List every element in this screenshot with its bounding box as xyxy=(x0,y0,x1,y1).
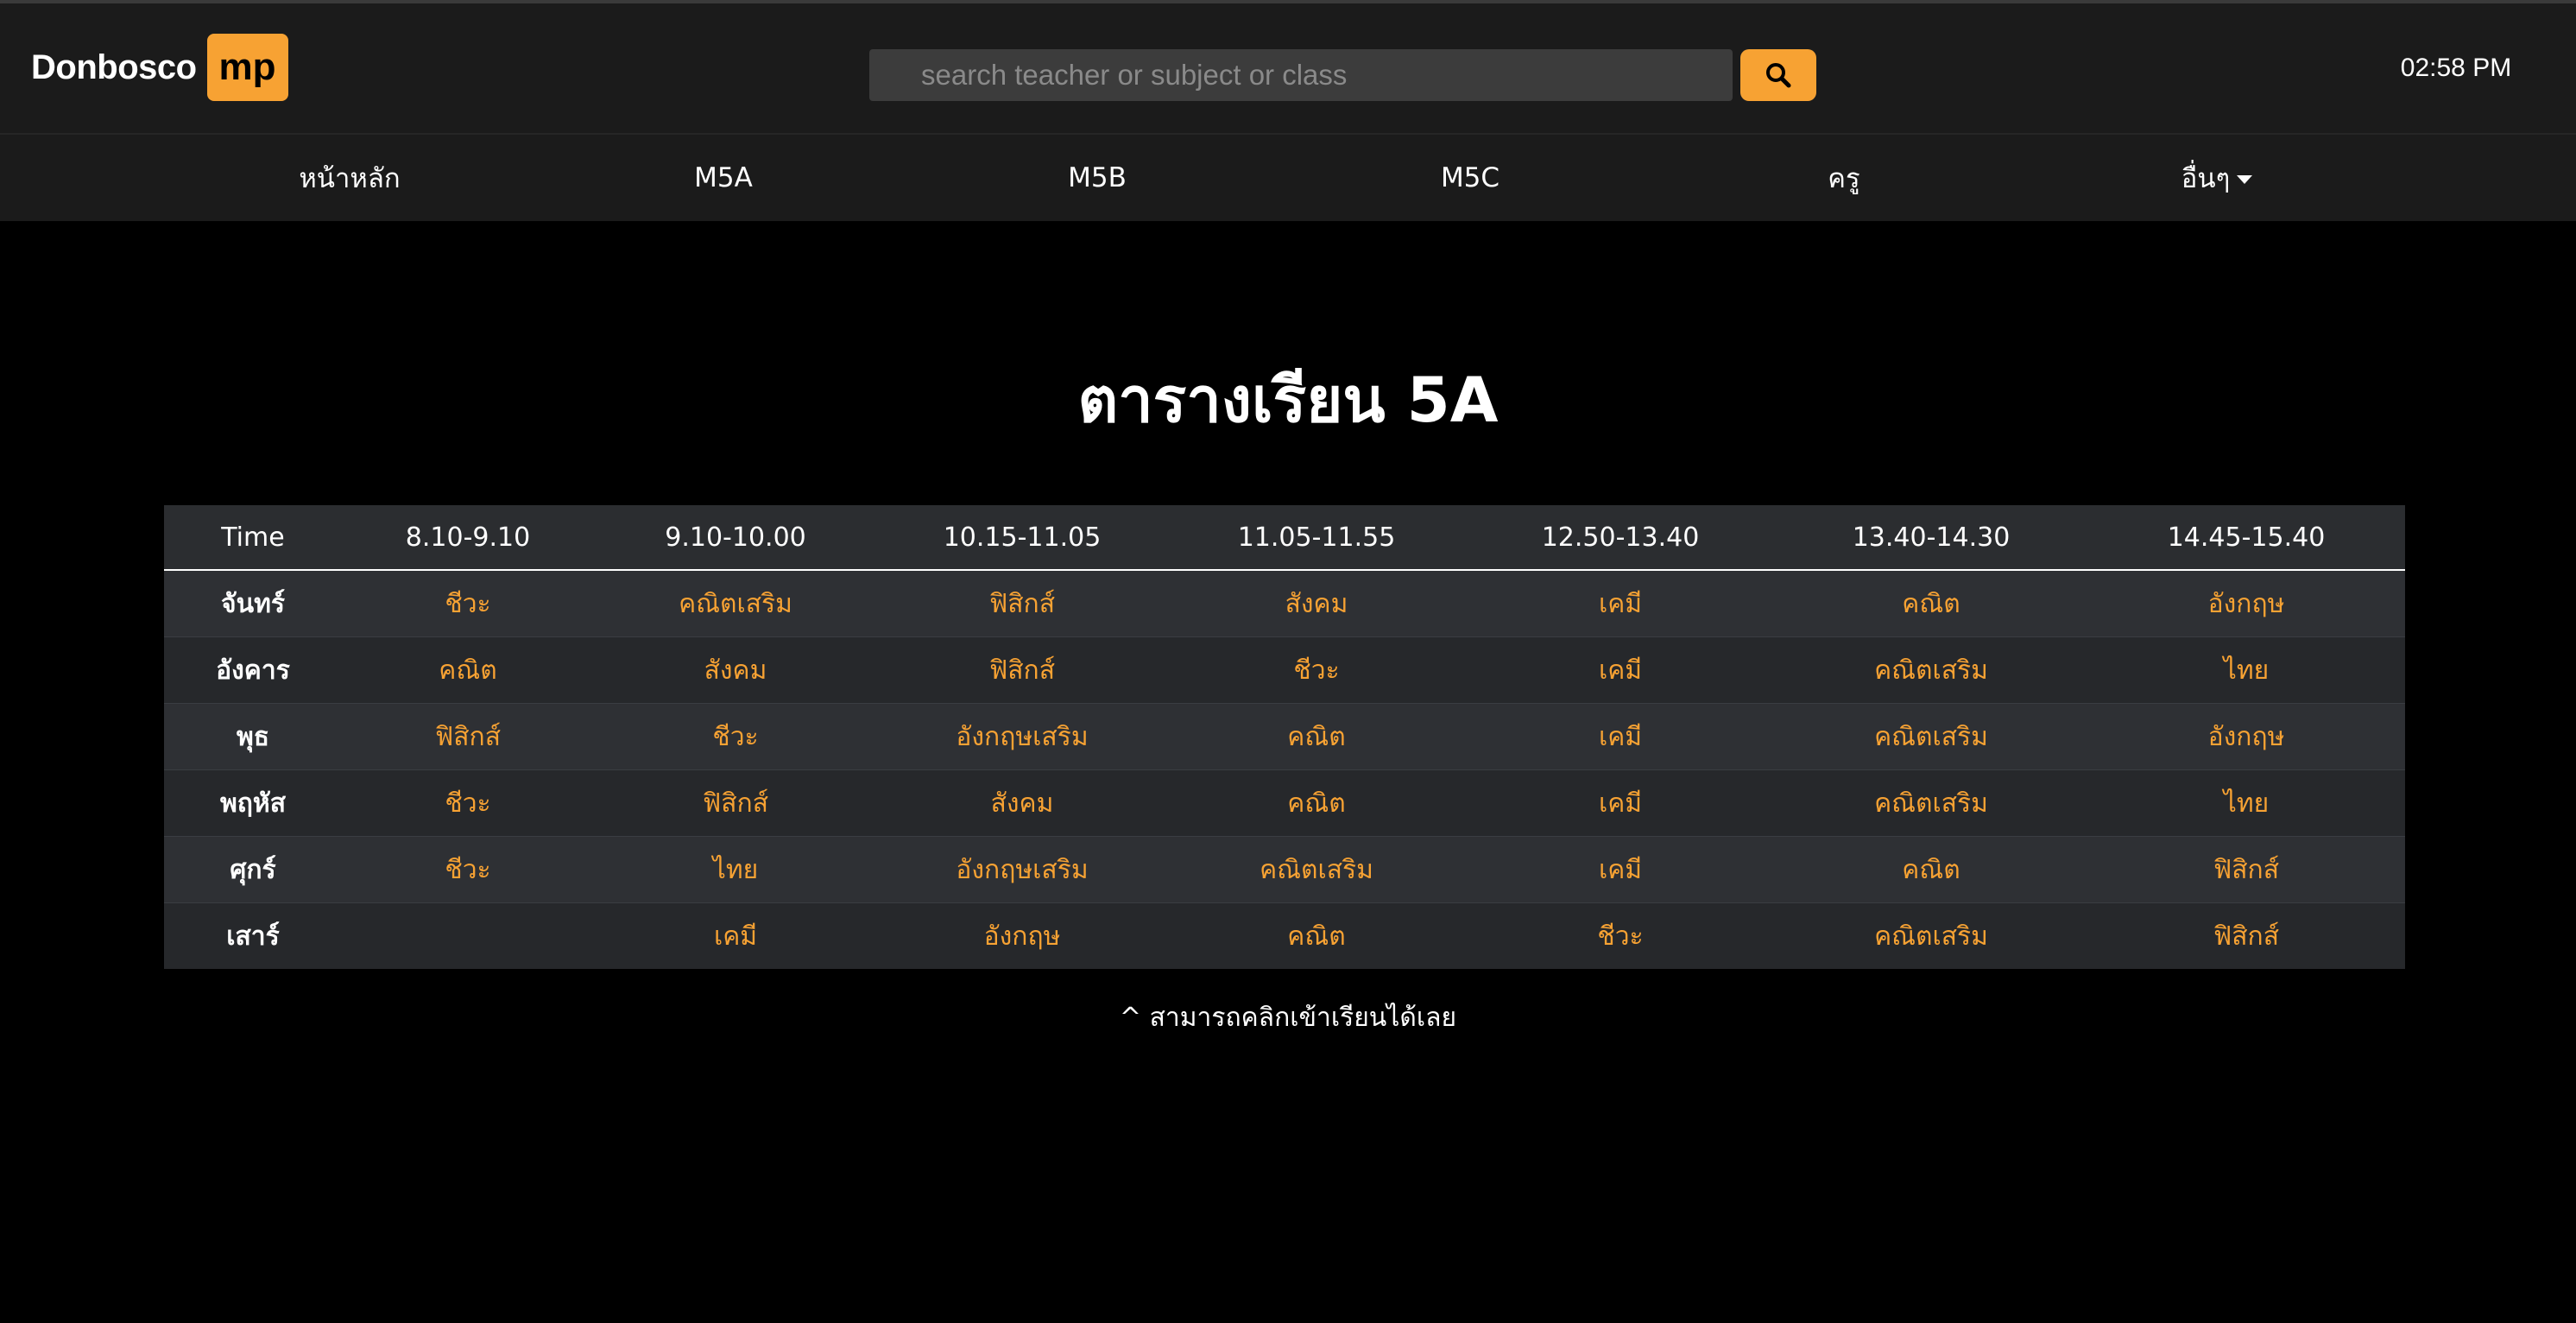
column-header: 10.15-11.05 xyxy=(877,505,1167,571)
subject-cell[interactable]: เคมี xyxy=(1466,769,1775,837)
table-header-row: Time 8.10-9.10 9.10-10.00 10.15-11.05 11… xyxy=(164,505,2405,571)
table-row: จันทร์ ชีวะ คณิตเสริม ฟิสิกส์ สังคม เคมี… xyxy=(164,570,2405,637)
day-label: พุธ xyxy=(164,703,342,770)
day-label: เสาร์ xyxy=(164,902,342,969)
subject-cell[interactable]: คณิต xyxy=(342,636,594,704)
subject-cell[interactable]: อังกฤษ xyxy=(2087,703,2405,770)
column-header: 12.50-13.40 xyxy=(1466,505,1775,571)
day-label: พฤหัส xyxy=(164,769,342,837)
table-row: อังคาร คณิต สังคม ฟิสิกส์ ชีวะ เคมี คณิต… xyxy=(164,636,2405,704)
subject-cell[interactable]: ชีวะ xyxy=(1466,902,1775,969)
subject-cell[interactable]: อังกฤษเสริม xyxy=(877,703,1167,770)
subject-cell[interactable]: ฟิสิกส์ xyxy=(342,703,594,770)
column-header: Time xyxy=(164,505,342,571)
logo-badge: mp xyxy=(206,34,288,101)
table-row: พฤหัส ชีวะ ฟิสิกส์ สังคม คณิต เคมี คณิตเ… xyxy=(164,769,2405,837)
day-label: อังคาร xyxy=(164,636,342,704)
subject-cell[interactable]: อังกฤษเสริม xyxy=(877,836,1167,903)
subject-cell[interactable]: ฟิสิกส์ xyxy=(2087,902,2405,969)
subject-cell[interactable]: คณิต xyxy=(1167,769,1466,837)
subject-cell[interactable]: ชีวะ xyxy=(594,703,877,770)
subject-cell[interactable]: คณิต xyxy=(1775,836,2087,903)
subject-cell[interactable]: ไทย xyxy=(2087,636,2405,704)
subject-cell[interactable]: เคมี xyxy=(1466,636,1775,704)
subject-cell[interactable]: ชีวะ xyxy=(342,769,594,837)
search-input[interactable] xyxy=(869,49,1733,101)
click-hint-note: ^ สามารถคลิกเข้าเรียนได้เลย xyxy=(1119,1003,1457,1033)
subject-cell[interactable]: สังคม xyxy=(594,636,877,704)
subject-cell[interactable]: ฟิสิกส์ xyxy=(594,769,877,837)
subject-cell[interactable]: คณิต xyxy=(1167,703,1466,770)
subject-cell[interactable]: ไทย xyxy=(594,836,877,903)
subject-cell[interactable]: ชีวะ xyxy=(342,570,594,637)
table-row: พุธ ฟิสิกส์ ชีวะ อังกฤษเสริม คณิต เคมี ค… xyxy=(164,703,2405,770)
site-logo[interactable]: Donbosco mp xyxy=(31,34,288,101)
column-header: 8.10-9.10 xyxy=(342,505,594,571)
subject-cell[interactable]: คณิต xyxy=(1167,902,1466,969)
caret-down-icon xyxy=(2237,175,2253,184)
nav-item-more-dropdown[interactable]: อื่นๆ xyxy=(2087,135,2346,221)
subject-cell[interactable]: ชีวะ xyxy=(342,836,594,903)
subject-cell[interactable]: สังคม xyxy=(1167,570,1466,637)
subject-cell[interactable]: อังกฤษ xyxy=(877,902,1167,969)
nav-item-m5a[interactable]: M5A xyxy=(594,135,853,221)
subject-cell[interactable]: คณิตเสริม xyxy=(1775,769,2087,837)
column-header: 9.10-10.00 xyxy=(594,505,877,571)
subject-cell[interactable]: เคมี xyxy=(594,902,877,969)
day-label: ศุกร์ xyxy=(164,836,342,903)
subject-cell[interactable]: ฟิสิกส์ xyxy=(877,570,1167,637)
day-label: จันทร์ xyxy=(164,570,342,637)
subject-cell[interactable]: สังคม xyxy=(877,769,1167,837)
subject-cell[interactable]: คณิตเสริม xyxy=(1775,703,2087,770)
top-header: Donbosco mp 02:58 PM xyxy=(0,3,2576,135)
subject-cell-empty xyxy=(342,902,594,969)
page-title: ตารางเรียน 5A xyxy=(1077,364,1499,436)
subject-cell[interactable]: เคมี xyxy=(1466,570,1775,637)
subject-cell[interactable]: คณิตเสริม xyxy=(1167,836,1466,903)
schedule-table: Time 8.10-9.10 9.10-10.00 10.15-11.05 11… xyxy=(164,505,2405,969)
column-header: 11.05-11.55 xyxy=(1167,505,1466,571)
subject-cell[interactable]: ไทย xyxy=(2087,769,2405,837)
table-row: เสาร์ เคมี อังกฤษ คณิต ชีวะ คณิตเสริม ฟิ… xyxy=(164,902,2405,969)
nav-item-more-label: อื่นๆ xyxy=(2181,163,2231,194)
subject-cell[interactable]: ฟิสิกส์ xyxy=(877,636,1167,704)
nav-item-m5b[interactable]: M5B xyxy=(968,135,1227,221)
column-header: 14.45-15.40 xyxy=(2087,505,2405,571)
logo-text: Donbosco xyxy=(31,47,197,86)
subject-cell[interactable]: อังกฤษ xyxy=(2087,570,2405,637)
nav-item-m5c[interactable]: M5C xyxy=(1341,135,1600,221)
search-icon xyxy=(1766,63,1791,88)
subject-cell[interactable]: คณิต xyxy=(1775,570,2087,637)
subject-cell[interactable]: คณิตเสริม xyxy=(1775,902,2087,969)
nav-item-teachers[interactable]: ครู xyxy=(1714,135,1973,221)
table-row: ศุกร์ ชีวะ ไทย อังกฤษเสริม คณิตเสริม เคม… xyxy=(164,836,2405,903)
subject-cell[interactable]: คณิตเสริม xyxy=(1775,636,2087,704)
nav-item-home[interactable]: หน้าหลัก xyxy=(220,135,479,221)
clock-time: 02:58 PM xyxy=(2400,54,2512,82)
search-button[interactable] xyxy=(1740,49,1816,101)
subject-cell[interactable]: เคมี xyxy=(1466,836,1775,903)
subject-cell[interactable]: เคมี xyxy=(1466,703,1775,770)
column-header: 13.40-14.30 xyxy=(1775,505,2087,571)
subject-cell[interactable]: ฟิสิกส์ xyxy=(2087,836,2405,903)
main-nav: หน้าหลัก M5A M5B M5C ครู อื่นๆ xyxy=(0,135,2576,221)
subject-cell[interactable]: คณิตเสริม xyxy=(594,570,877,637)
subject-cell[interactable]: ชีวะ xyxy=(1167,636,1466,704)
